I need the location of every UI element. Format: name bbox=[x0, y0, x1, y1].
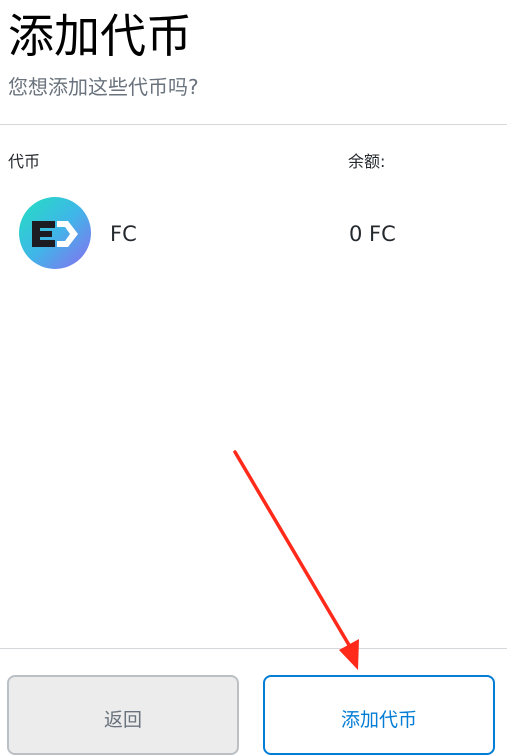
token-row: FC 0 FC bbox=[0, 196, 507, 272]
token-symbol: FC bbox=[110, 222, 137, 246]
page-subtitle: 您想添加这些代币吗? bbox=[8, 75, 199, 99]
footer-divider bbox=[0, 648, 507, 649]
fc-token-logo-icon bbox=[19, 197, 91, 269]
annotation-arrow-icon bbox=[233, 450, 359, 670]
token-balance: 0 FC bbox=[349, 222, 396, 246]
header-divider bbox=[0, 124, 507, 125]
page-title: 添加代币 bbox=[8, 9, 192, 63]
back-button[interactable]: 返回 bbox=[7, 675, 239, 755]
column-header-token: 代币 bbox=[8, 152, 41, 171]
column-header-balance: 余额: bbox=[348, 152, 386, 171]
add-token-button[interactable]: 添加代币 bbox=[263, 675, 495, 755]
